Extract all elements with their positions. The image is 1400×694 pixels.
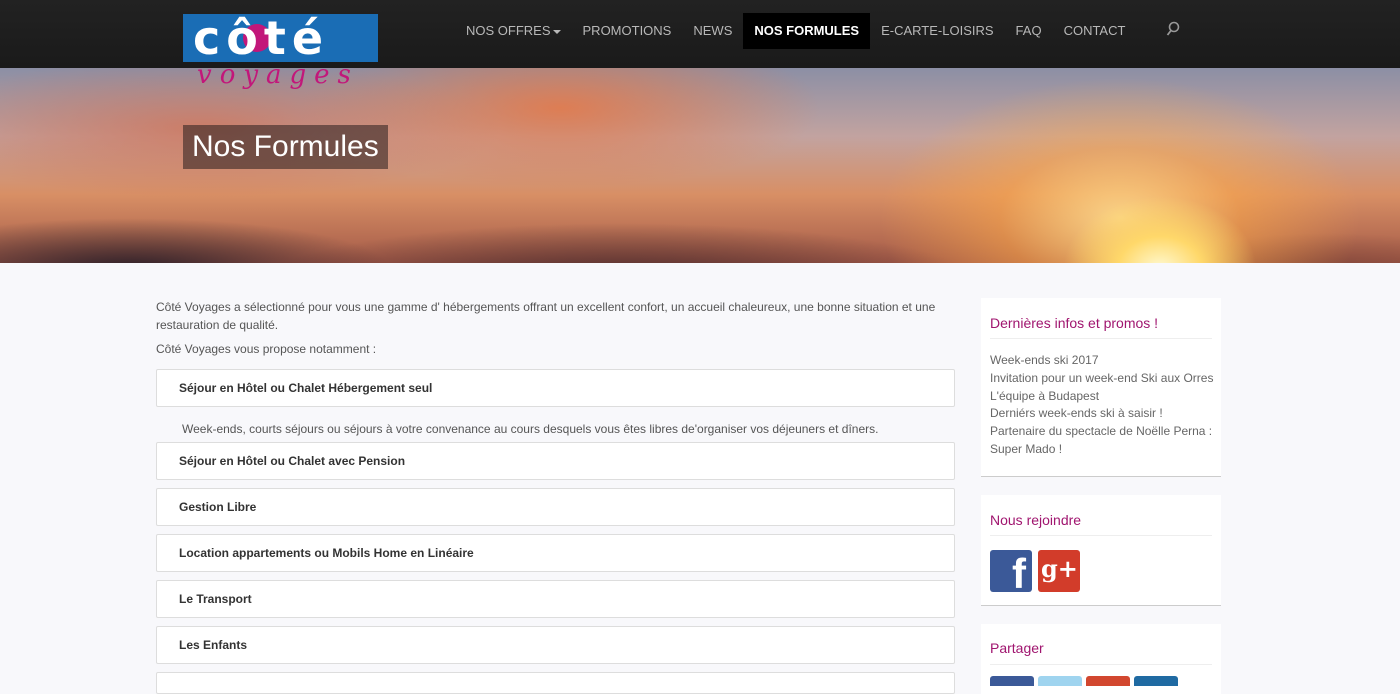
panel-title: Le Transport [179,592,252,606]
main-content: Côté Voyages a sélectionné pour vous une… [156,298,956,356]
panel-title: Les Enfants [179,638,248,652]
accordion-panel-next[interactable] [156,672,955,694]
nav-item-label: NOS OFFRES [466,23,551,38]
widget-title: Dernières infos et promos ! [990,315,1159,331]
nav-item-nos-offres[interactable]: NOS OFFRES [455,13,572,49]
page-title: Nos Formules [183,125,388,169]
panel-title: Séjour en Hôtel ou Chalet avec Pension [179,454,406,468]
divider [990,535,1212,536]
accordion-panel-pension[interactable]: Séjour en Hôtel ou Chalet avec Pension [156,442,955,480]
divider [990,338,1212,339]
nav-item-contact[interactable]: CONTACT [1053,13,1137,49]
news-link[interactable]: L'équipe à Budapest [990,388,1213,406]
accordion-panel-enfants[interactable]: Les Enfants [156,626,955,664]
nav-item-promotions[interactable]: PROMOTIONS [572,13,683,49]
widget-share: Partager [981,624,1221,694]
news-list: Week-ends ski 2017 Invitation pour un we… [990,352,1213,459]
panel-title: Séjour en Hôtel ou Chalet Hébergement se… [179,381,433,395]
widget-latest-news: Dernières infos et promos ! Week-ends sk… [981,298,1221,477]
panel-title: Location appartements ou Mobils Home en … [179,546,474,560]
news-link[interactable]: Super Mado ! [990,441,1213,459]
main-nav: NOS OFFRES PROMOTIONS NEWS NOS FORMULES … [455,13,1136,49]
accordion-panel-location[interactable]: Location appartements ou Mobils Home en … [156,534,955,572]
accordion-panel-gestion-libre[interactable]: Gestion Libre [156,488,955,526]
site-logo[interactable]: côté voyages [183,11,383,94]
share-linkedin-button[interactable] [1134,676,1178,686]
accordion-panel-hebergement-seul[interactable]: Séjour en Hôtel ou Chalet Hébergement se… [156,369,955,407]
hero-banner: Nos Formules [0,68,1400,263]
nav-item-news[interactable]: NEWS [682,13,743,49]
widget-title: Partager [990,640,1044,656]
share-facebook-button[interactable] [990,676,1034,686]
news-link[interactable]: Invitation pour un week-end Ski aux Orre… [990,370,1213,388]
intro-text-2: Côté Voyages vous propose notamment : [156,342,377,356]
facebook-icon[interactable]: f [990,550,1032,597]
share-google-button[interactable] [1086,676,1130,686]
panel-title: Gestion Libre [179,500,257,514]
widget-title: Nous rejoindre [990,512,1082,528]
share-twitter-button[interactable] [1038,676,1082,686]
google-plus-icon[interactable]: g+ [1038,550,1080,592]
google-plus-glyph: g+ [1041,554,1078,583]
divider [990,664,1212,665]
panel-body: Week-ends, courts séjours ou séjours à v… [182,422,879,436]
nav-item-e-carte-loisirs[interactable]: E-CARTE-LOISIRS [870,13,1004,49]
accordion-panel-transport[interactable]: Le Transport [156,580,955,618]
news-link[interactable]: Week-ends ski 2017 [990,352,1213,370]
news-link[interactable]: Derniérs week-ends ski à saisir ! [990,405,1213,423]
nav-item-faq[interactable]: FAQ [1005,13,1053,49]
widget-social: Nous rejoindre f g+ [981,495,1221,606]
logo-word: côté [193,11,330,65]
logo-subtitle: voyages [197,60,359,90]
search-icon[interactable] [1166,21,1180,37]
caret-down-icon [552,29,561,34]
news-link[interactable]: Partenaire du spectacle de Noëlle Perna … [990,423,1213,441]
facebook-glyph: f [1012,550,1026,597]
intro-text: Côté Voyages a sélectionné pour vous une… [156,300,936,332]
nav-item-nos-formules[interactable]: NOS FORMULES [743,13,871,49]
